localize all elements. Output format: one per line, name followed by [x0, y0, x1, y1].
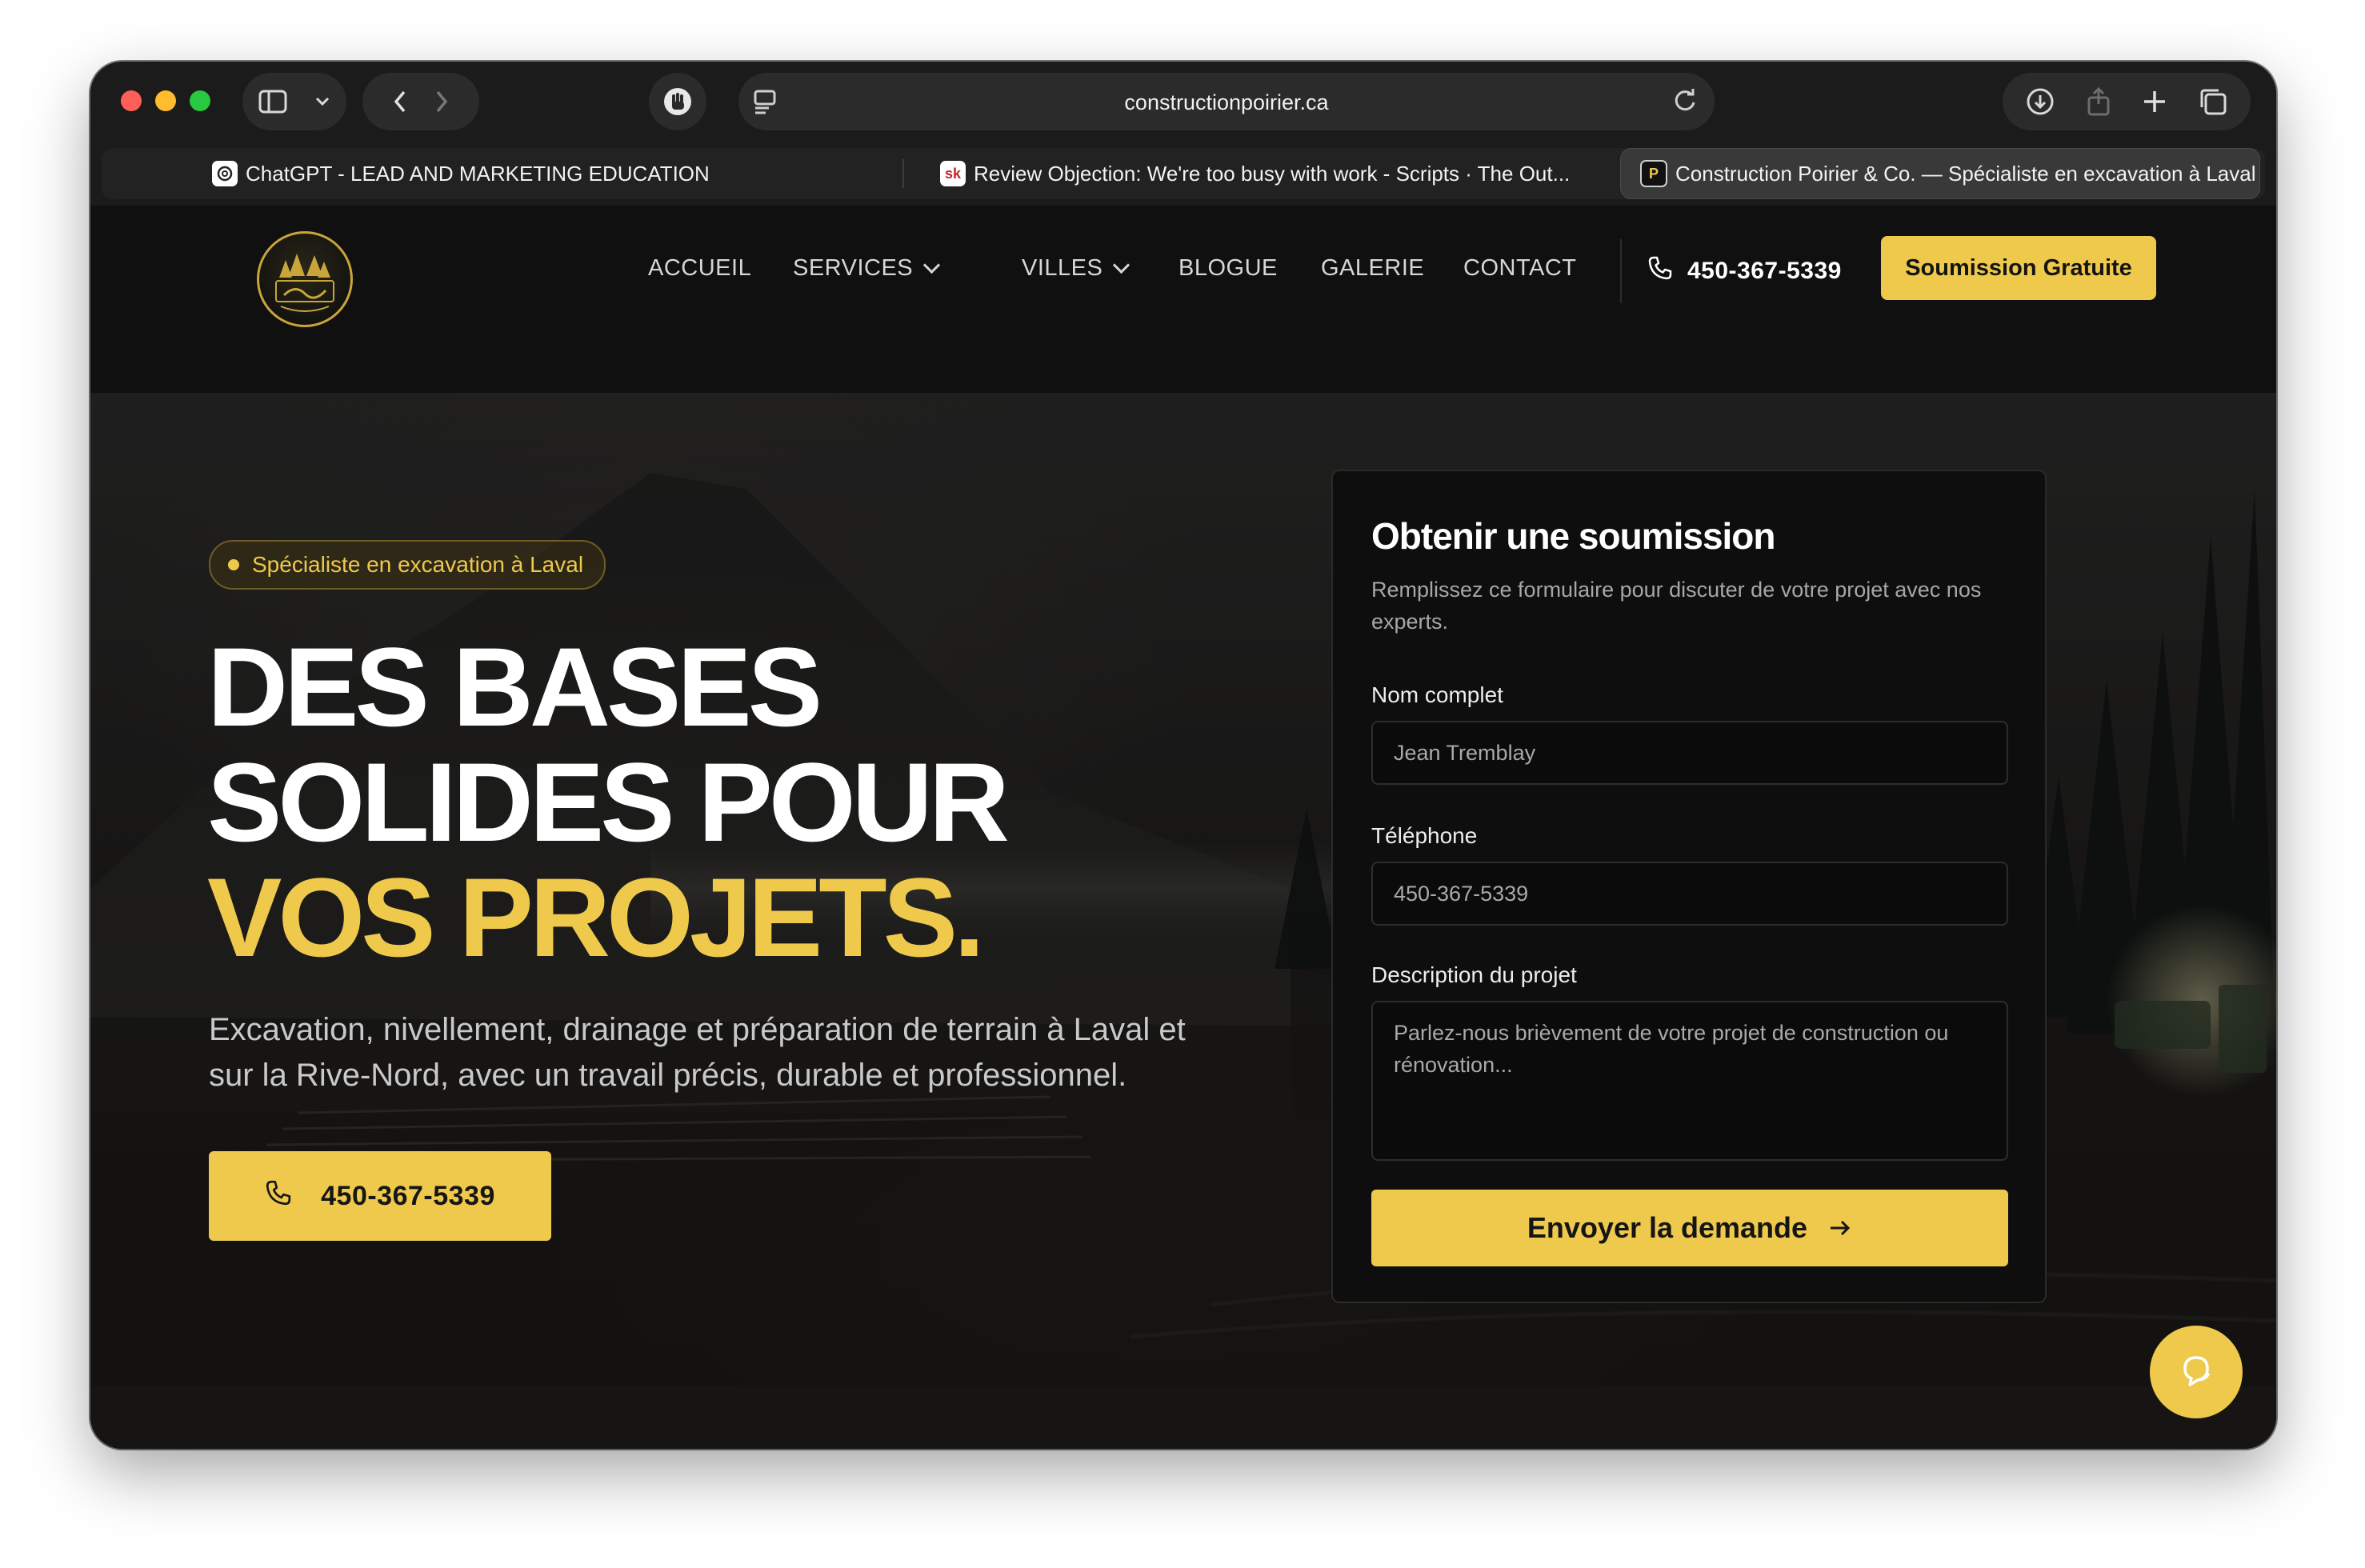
tab-title: Review Objection: We're too busy with wo…: [974, 161, 1571, 186]
phone-icon: [265, 1179, 292, 1214]
site-header: ACCUEIL SERVICES VILLES BLOGUE GALERIE C…: [90, 206, 2276, 394]
logo-emblem-icon: [275, 254, 334, 312]
sidebar-toggle-group: [242, 73, 346, 130]
header-phone-link[interactable]: 450-367-5339: [1647, 255, 1842, 287]
chat-icon: [2174, 1348, 2219, 1397]
minimize-window-button[interactable]: [155, 90, 176, 111]
nav-label: ACCUEIL: [648, 255, 752, 281]
nav-label: GALERIE: [1321, 255, 1425, 281]
browser-window: constructionpoirier.ca ChatGPT - LEAD AN…: [90, 62, 2276, 1449]
nav-divider: [1620, 239, 1622, 303]
nav-item-blogue[interactable]: BLOGUE: [1178, 255, 1278, 282]
hero-phone-button[interactable]: 450-367-5339: [209, 1151, 551, 1241]
specialist-badge: Spécialiste en excavation à Laval: [209, 540, 606, 590]
history-nav-group: [362, 73, 479, 130]
hero-section: Spécialiste en excavation à Laval DES BA…: [90, 393, 2276, 1386]
free-quote-button[interactable]: Soumission Gratuite: [1881, 236, 2156, 300]
submit-label: Envoyer la demande: [1527, 1211, 1808, 1244]
phone-input[interactable]: [1371, 862, 2008, 926]
quote-form-card: Obtenir une soumission Remplissez ce for…: [1331, 470, 2047, 1303]
chevron-down-icon: [923, 256, 941, 274]
headline-line-1: DES BASES: [207, 624, 822, 750]
nav-item-villes[interactable]: VILLES: [1022, 255, 1130, 282]
name-input[interactable]: [1371, 721, 2008, 785]
tab-separator: [902, 159, 904, 188]
chevron-down-icon[interactable]: [314, 96, 330, 107]
window-controls: [121, 90, 210, 111]
form-description: Remplissez ce formulaire pour discuter d…: [1371, 578, 1982, 634]
description-textarea[interactable]: [1371, 1001, 2008, 1161]
privacy-shield-button[interactable]: [649, 73, 706, 130]
forward-icon[interactable]: [434, 90, 449, 114]
lower-section: [90, 1386, 2276, 1449]
nav-label: BLOGUE: [1178, 255, 1278, 281]
maximize-window-button[interactable]: [190, 90, 210, 111]
chevron-down-icon: [1113, 256, 1130, 274]
name-label: Nom complet: [1371, 682, 1503, 707]
hero-headline: DES BASES SOLIDES POUR VOS PROJETS.: [207, 624, 1010, 980]
sidebar-icon[interactable]: [258, 90, 287, 114]
poirier-favicon: P: [1640, 160, 1667, 187]
sk-favicon: sk: [940, 161, 966, 186]
close-window-button[interactable]: [121, 90, 142, 111]
nav-item-services[interactable]: SERVICES: [793, 255, 941, 282]
description-label: Description du projet: [1371, 962, 1577, 987]
badge-dot: [228, 559, 239, 570]
headline-line-2: SOLIDES POUR: [207, 739, 1010, 865]
openai-icon: [212, 161, 238, 186]
reload-icon[interactable]: [1671, 87, 1699, 118]
tab-title: ChatGPT - LEAD AND MARKETING EDUCATION: [246, 161, 710, 186]
tab-construction-poirier[interactable]: P Construction Poirier & Co. — Spécialis…: [1620, 148, 2260, 199]
nav-label: SERVICES: [793, 255, 914, 281]
form-title: Obtenir une soumission: [1371, 515, 1776, 557]
back-icon[interactable]: [393, 90, 407, 114]
url-text: constructionpoirier.ca: [1124, 90, 1329, 114]
phone-label: Téléphone: [1371, 823, 1478, 848]
download-icon[interactable]: [2026, 87, 2055, 116]
arrow-right-icon: [1828, 1211, 1852, 1245]
chat-widget-button[interactable]: [2150, 1326, 2243, 1418]
phone-icon: [1647, 255, 1673, 287]
tab-bar: ChatGPT - LEAD AND MARKETING EDUCATION s…: [90, 142, 2276, 206]
share-icon[interactable]: [2087, 86, 2111, 117]
headline-line-3: VOS PROJETS.: [207, 854, 985, 980]
new-tab-icon[interactable]: [2143, 90, 2167, 114]
tab-overview-icon[interactable]: [2199, 87, 2227, 116]
toolbar-actions: [2003, 73, 2251, 130]
header-phone-number: 450-367-5339: [1687, 258, 1842, 284]
browser-toolbar: constructionpoirier.ca: [90, 62, 2276, 142]
shield-hand-icon: [662, 86, 694, 118]
address-bar[interactable]: constructionpoirier.ca: [738, 73, 1715, 130]
badge-text: Spécialiste en excavation à Laval: [252, 552, 584, 577]
hero-subtext: Excavation, nivellement, drainage et pré…: [209, 1012, 1186, 1093]
nav-item-galerie[interactable]: GALERIE: [1321, 255, 1424, 282]
nav-item-contact[interactable]: CONTACT: [1463, 255, 1577, 282]
tab-scripts[interactable]: sk Review Objection: We're too busy with…: [940, 148, 1620, 199]
nav-label: VILLES: [1022, 255, 1103, 281]
company-logo[interactable]: [257, 231, 353, 327]
submit-request-button[interactable]: Envoyer la demande: [1371, 1190, 2008, 1266]
nav-item-accueil[interactable]: ACCUEIL: [648, 255, 751, 282]
hero-phone-number: 450-367-5339: [321, 1180, 495, 1211]
tab-title: Construction Poirier & Co. — Spécialiste…: [1675, 161, 2256, 186]
tab-chatgpt[interactable]: ChatGPT - LEAD AND MARKETING EDUCATION: [212, 148, 892, 199]
nav-label: CONTACT: [1463, 255, 1577, 281]
